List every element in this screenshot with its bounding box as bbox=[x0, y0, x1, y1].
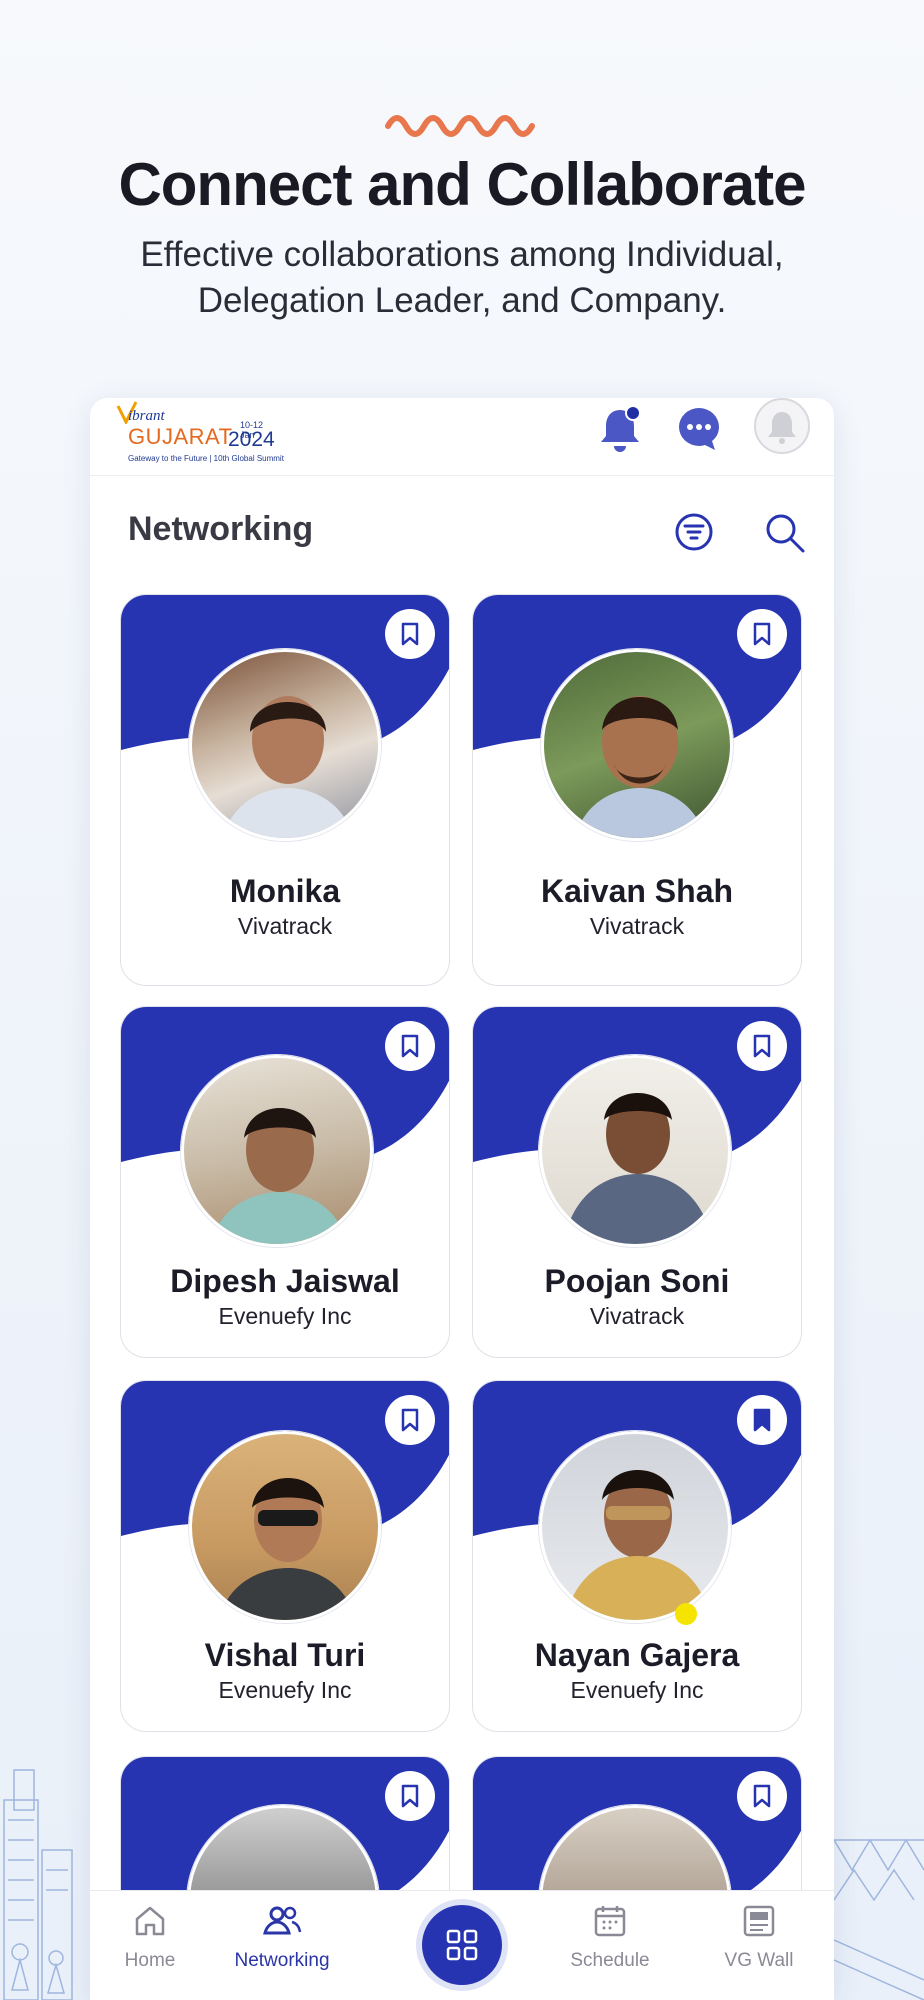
bookmark-icon bbox=[401, 622, 419, 646]
bottom-navigation: Home Networking Schedule VG Wall bbox=[90, 1890, 834, 2000]
bookmark-button[interactable] bbox=[385, 1395, 435, 1445]
person-company: Evenuefy Inc bbox=[570, 1677, 704, 1703]
bookmark-icon bbox=[753, 1784, 771, 1808]
home-icon bbox=[135, 1906, 165, 1936]
notification-bell-icon[interactable] bbox=[598, 404, 642, 454]
person-company: Evenuefy Inc bbox=[218, 1303, 352, 1329]
profile-avatar[interactable] bbox=[754, 398, 810, 454]
bookmark-button[interactable] bbox=[737, 1021, 787, 1071]
app-header: ibrant GUJARAT 10-12 Jan 2024 Gateway to… bbox=[90, 398, 834, 476]
bookmark-button[interactable] bbox=[385, 1021, 435, 1071]
app-screen: ibrant GUJARAT 10-12 Jan 2024 Gateway to… bbox=[90, 398, 834, 2000]
person-photo bbox=[541, 649, 733, 841]
filter-icon[interactable] bbox=[674, 512, 714, 552]
person-name: Dipesh Jaiswal bbox=[170, 1263, 400, 1299]
chat-icon[interactable] bbox=[675, 404, 723, 452]
hero-title: Connect and Collaborate bbox=[118, 151, 806, 218]
person-name: Nayan Gajera bbox=[534, 1637, 740, 1673]
person-name: Poojan Soni bbox=[544, 1263, 730, 1299]
bookmark-icon bbox=[753, 622, 771, 646]
nav-vg-wall-label: VG Wall bbox=[724, 1950, 794, 1971]
person-card[interactable]: Vishal Turi Evenuefy Inc bbox=[120, 1380, 450, 1732]
person-name: Vishal Turi bbox=[204, 1637, 366, 1673]
person-name: Monika bbox=[229, 873, 341, 909]
search-icon[interactable] bbox=[764, 512, 806, 554]
person-card[interactable]: Poojan Soni Vivatrack bbox=[472, 1006, 802, 1358]
bookmark-button[interactable] bbox=[385, 1771, 435, 1821]
bookmark-filled-icon bbox=[753, 1408, 771, 1432]
networking-header: Networking bbox=[90, 476, 834, 586]
person-company: Vivatrack bbox=[589, 913, 685, 939]
bookmark-icon bbox=[401, 1784, 419, 1808]
nav-schedule-label: Schedule bbox=[570, 1950, 650, 1971]
nav-home-label: Home bbox=[124, 1950, 176, 1971]
logo-year: 2024 bbox=[228, 428, 275, 451]
person-photo bbox=[181, 1055, 373, 1247]
bookmark-button[interactable] bbox=[385, 609, 435, 659]
person-company: Vivatrack bbox=[237, 913, 333, 939]
person-card[interactable]: Dipesh Jaiswal Evenuefy Inc bbox=[120, 1006, 450, 1358]
bookmark-icon bbox=[401, 1408, 419, 1432]
grid-icon bbox=[446, 1929, 478, 1961]
person-card[interactable]: Monika Vivatrack bbox=[120, 594, 450, 986]
person-photo bbox=[189, 1431, 381, 1623]
logo-tagline: Gateway to the Future | 10th Global Summ… bbox=[128, 454, 284, 463]
calendar-icon bbox=[594, 1906, 626, 1937]
bookmark-icon bbox=[753, 1034, 771, 1058]
wall-icon bbox=[743, 1905, 775, 1937]
bookmark-button[interactable] bbox=[737, 1395, 787, 1445]
person-company: Vivatrack bbox=[589, 1303, 685, 1329]
person-photo bbox=[189, 649, 381, 841]
person-card[interactable]: Nayan Gajera Evenuefy Inc bbox=[472, 1380, 802, 1732]
bookmark-button[interactable] bbox=[737, 1771, 787, 1821]
logo-brand-top: ibrant bbox=[128, 408, 165, 424]
user-placeholder-icon bbox=[768, 412, 796, 444]
page-title: Networking bbox=[128, 510, 314, 548]
person-name: Kaivan Shah bbox=[540, 873, 734, 909]
city-skyline-illustration bbox=[3, 1769, 73, 2000]
nav-schedule[interactable]: Schedule bbox=[550, 1903, 670, 1972]
bookmark-button[interactable] bbox=[737, 609, 787, 659]
logo-brand-main: GUJARAT bbox=[128, 424, 233, 449]
vibrant-gujarat-logo[interactable]: ibrant GUJARAT 10-12 Jan 2024 Gateway to… bbox=[116, 398, 284, 468]
bridge-illustration bbox=[833, 1838, 924, 2000]
bookmark-icon bbox=[401, 1034, 419, 1058]
hero-subtitle: Effective collaborations among Individua… bbox=[140, 235, 784, 320]
people-icon bbox=[263, 1906, 302, 1935]
apps-menu-button[interactable] bbox=[422, 1905, 502, 1985]
person-company: Evenuefy Inc bbox=[218, 1677, 352, 1703]
nav-home[interactable]: Home bbox=[90, 1903, 210, 1972]
squiggle-decoration bbox=[385, 115, 535, 137]
nav-networking-label: Networking bbox=[234, 1950, 330, 1971]
nav-networking[interactable]: Networking bbox=[222, 1903, 342, 1972]
online-status-dot bbox=[675, 1603, 697, 1625]
person-photo bbox=[539, 1431, 731, 1623]
person-card[interactable]: Kaivan Shah Vivatrack bbox=[472, 594, 802, 986]
nav-vg-wall[interactable]: VG Wall bbox=[699, 1903, 819, 1972]
person-photo bbox=[539, 1055, 731, 1247]
